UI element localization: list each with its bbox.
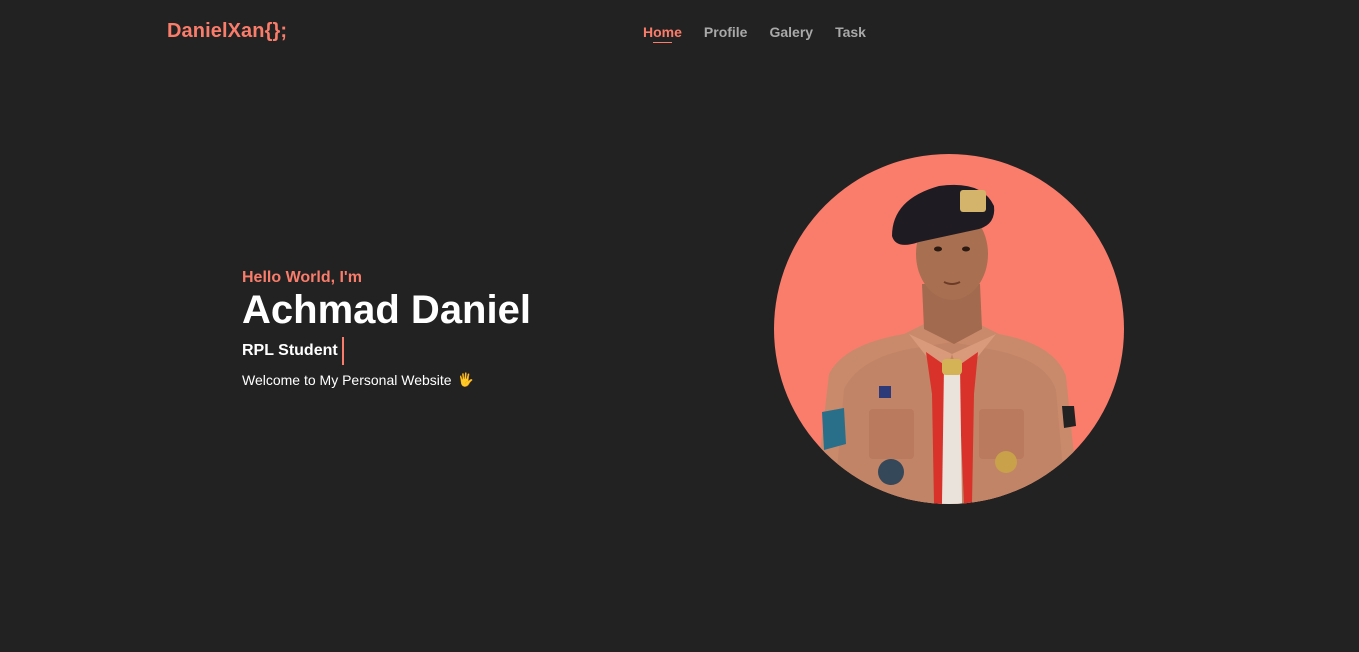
typing-cursor <box>341 337 344 365</box>
portrait-illustration <box>814 184 1079 504</box>
main-nav: Home Profile Galery Task <box>643 24 866 43</box>
hero-greeting: Hello World, I'm <box>242 269 362 286</box>
typing-role: RPL Student <box>242 336 531 366</box>
profile-photo <box>774 154 1124 504</box>
hero-intro: Hello World, I'm Achmad Daniel RPL Stude… <box>242 268 531 388</box>
hero-name: Achmad Daniel <box>242 288 531 332</box>
hero-welcome: Welcome to My Personal Website 🖐 <box>242 372 531 388</box>
nav-item-galery[interactable]: Galery <box>769 24 813 40</box>
hero-role: RPL Student <box>242 342 338 359</box>
page: DanielXan{}; Home Profile Galery Task He… <box>0 0 1359 652</box>
wave-hand-icon: 🖐 <box>457 372 474 387</box>
nav-item-home[interactable]: Home <box>643 24 682 43</box>
nav-item-profile[interactable]: Profile <box>704 24 748 40</box>
nav-item-task[interactable]: Task <box>835 24 866 40</box>
welcome-text: Welcome to My Personal Website <box>242 372 452 388</box>
brand-logo[interactable]: DanielXan{}; <box>167 20 287 43</box>
